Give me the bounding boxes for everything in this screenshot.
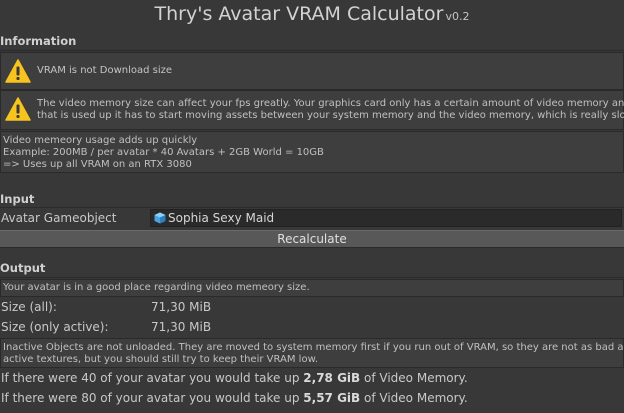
size-active-value: 71,30 MiB bbox=[151, 320, 212, 334]
projection-80-avatars: If there were 80 of your avatar you woul… bbox=[1, 391, 468, 405]
recalculate-button[interactable]: Recalculate bbox=[0, 230, 624, 248]
projection-value: 5,57 GiB bbox=[303, 391, 361, 405]
output-header: Output bbox=[0, 261, 46, 275]
information-header: Information bbox=[0, 34, 77, 48]
avatar-gameobject-value: Sophia Sexy Maid bbox=[168, 211, 275, 225]
projection-text: If there were 80 of your avatar you woul… bbox=[1, 391, 304, 405]
note-line: Example: 200MB / per avatar * 40 Avatars… bbox=[3, 147, 324, 158]
title-text: Thry's Avatar VRAM Calculator bbox=[154, 3, 444, 25]
avatar-gameobject-label: Avatar Gameobject bbox=[1, 211, 117, 225]
divider bbox=[0, 207, 624, 208]
inactive-objects-note-box: Inactive Objects are not unloaded. They … bbox=[0, 338, 624, 368]
warning-box-fps: The video memory size can affect your fp… bbox=[0, 90, 624, 130]
inactive-note-line2: active textures, but you should still tr… bbox=[3, 354, 319, 365]
warning-text: VRAM is not Download size bbox=[37, 65, 173, 76]
warning-icon bbox=[5, 97, 31, 121]
size-all-value: 71,30 MiB bbox=[151, 300, 212, 314]
version-label: v0.2 bbox=[445, 10, 470, 23]
size-all-label: Size (all): bbox=[1, 300, 57, 314]
divider bbox=[0, 277, 624, 278]
projection-text: of Video Memory. bbox=[360, 371, 468, 385]
divider bbox=[0, 50, 624, 51]
inactive-note-line1: Inactive Objects are not unloaded. They … bbox=[3, 342, 624, 353]
warning-text-line2: that is used up it has to start moving a… bbox=[37, 110, 624, 121]
projection-value: 2,78 GiB bbox=[303, 371, 361, 385]
output-status-text: Your avatar is in a good place regarding… bbox=[3, 282, 310, 293]
projection-text: of Video Memory. bbox=[360, 391, 468, 405]
note-line: Video memeory usage adds up quickly bbox=[3, 135, 198, 146]
output-status-box: Your avatar is in a good place regarding… bbox=[0, 279, 624, 297]
window-title: Thry's Avatar VRAM Calculator v0.2 bbox=[0, 0, 624, 28]
projection-40-avatars: If there were 40 of your avatar you woul… bbox=[1, 371, 468, 385]
projection-text: If there were 40 of your avatar you woul… bbox=[1, 371, 304, 385]
avatar-gameobject-field[interactable]: Sophia Sexy Maid bbox=[150, 209, 622, 227]
note-line: => Uses up all VRAM on an RTX 3080 bbox=[3, 159, 192, 170]
input-header: Input bbox=[0, 192, 35, 206]
warning-box-download: VRAM is not Download size bbox=[0, 52, 624, 90]
warning-text-line1: The video memory size can affect your fp… bbox=[37, 98, 624, 109]
size-active-label: Size (only active): bbox=[1, 320, 109, 334]
prefab-icon bbox=[154, 212, 166, 224]
info-note-box: Video memeory usage adds up quickly Exam… bbox=[0, 131, 624, 173]
warning-icon bbox=[5, 59, 31, 83]
